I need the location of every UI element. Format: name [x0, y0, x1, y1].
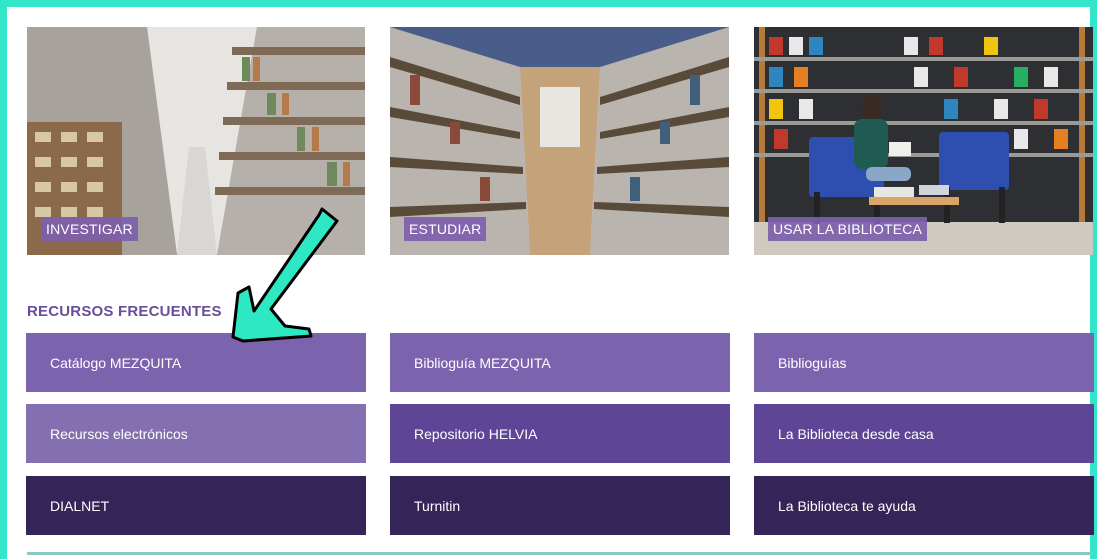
resource-dialnet[interactable]: DIALNET — [26, 476, 366, 535]
section-title: RECURSOS FRECUENTES — [27, 303, 222, 320]
resource-label: La Biblioteca desde casa — [778, 425, 934, 442]
resource-label: Recursos electrónicos — [50, 425, 188, 442]
resource-label: Biblioguía MEZQUITA — [414, 354, 551, 371]
resource-biblioteca-desde-casa[interactable]: La Biblioteca desde casa — [754, 404, 1094, 463]
resource-label: Biblioguías — [778, 354, 847, 371]
resource-turnitin[interactable]: Turnitin — [390, 476, 730, 535]
card-label-investigar: INVESTIGAR — [41, 217, 138, 241]
resource-label: Catálogo MEZQUITA — [50, 354, 182, 371]
resource-repositorio-helvia[interactable]: Repositorio HELVIA — [390, 404, 730, 463]
resource-biblioguias[interactable]: Biblioguías — [754, 333, 1094, 392]
resource-label: La Biblioteca te ayuda — [778, 497, 916, 514]
resource-label: DIALNET — [50, 497, 110, 514]
card-label-usar-biblioteca: USAR LA BIBLIOTECA — [768, 217, 928, 241]
resource-label: Repositorio HELVIA — [414, 425, 538, 442]
resource-catalogo-mezquita[interactable]: Catálogo MEZQUITA — [26, 333, 366, 392]
card-estudiar[interactable]: ESTUDIAR — [390, 27, 729, 255]
resource-biblioguia-mezquita[interactable]: Biblioguía MEZQUITA — [390, 333, 730, 392]
resource-label: Turnitin — [414, 497, 461, 514]
resource-recursos-electronicos[interactable]: Recursos electrónicos — [26, 404, 366, 463]
bottom-divider — [27, 552, 1092, 555]
card-label-estudiar: ESTUDIAR — [404, 217, 487, 241]
card-usar-biblioteca[interactable]: USAR LA BIBLIOTECA — [754, 27, 1093, 255]
resource-biblioteca-te-ayuda[interactable]: La Biblioteca te ayuda — [754, 476, 1094, 535]
card-investigar[interactable]: INVESTIGAR — [27, 27, 365, 255]
